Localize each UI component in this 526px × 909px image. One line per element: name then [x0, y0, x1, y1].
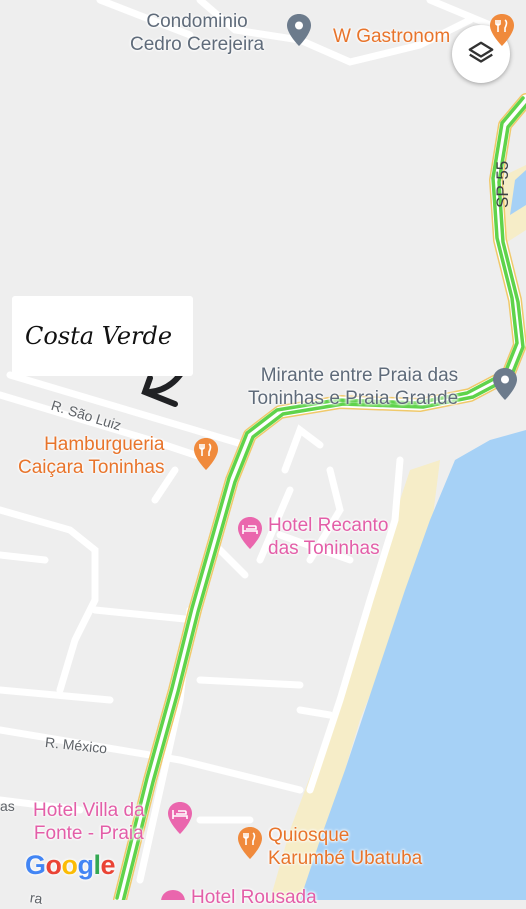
hotel-icon[interactable]	[236, 516, 264, 550]
place-label-quiosque[interactable]: Quiosque Karumbé Ubatuba	[268, 824, 422, 870]
restaurant-icon[interactable]	[236, 826, 264, 860]
google-logo: Google	[25, 850, 116, 880]
restaurant-icon[interactable]	[488, 13, 516, 47]
place-label-condominio[interactable]: Condominio Cedro Cerejeira	[130, 10, 264, 56]
road-shield-label: SP-55	[493, 161, 512, 208]
street-label-fragment: as	[0, 798, 15, 814]
annotation-text: Costa Verde	[25, 322, 173, 350]
restaurant-icon[interactable]	[192, 437, 220, 471]
hotel-icon[interactable]	[166, 801, 194, 835]
place-label-hotel-villa[interactable]: Hotel Villa da Fonte - Praia	[33, 799, 145, 845]
hotel-icon[interactable]	[159, 888, 187, 900]
pin-icon[interactable]	[285, 13, 313, 47]
street-label-fragment-bottom: ra	[28, 889, 44, 907]
pin-icon[interactable]	[491, 367, 519, 401]
place-label-hamburgueria[interactable]: Hamburgueria Caiçara Toninhas	[18, 433, 164, 479]
place-label-mirante[interactable]: Mirante entre Praia das Toninhas e Praia…	[248, 364, 458, 410]
place-label-hotel-recanto[interactable]: Hotel Recanto das Toninhas	[268, 514, 388, 560]
place-label-hotel-rousada[interactable]: Hotel Rousada	[191, 886, 317, 909]
place-label-w-gastronom[interactable]: W Gastronom	[333, 25, 450, 48]
